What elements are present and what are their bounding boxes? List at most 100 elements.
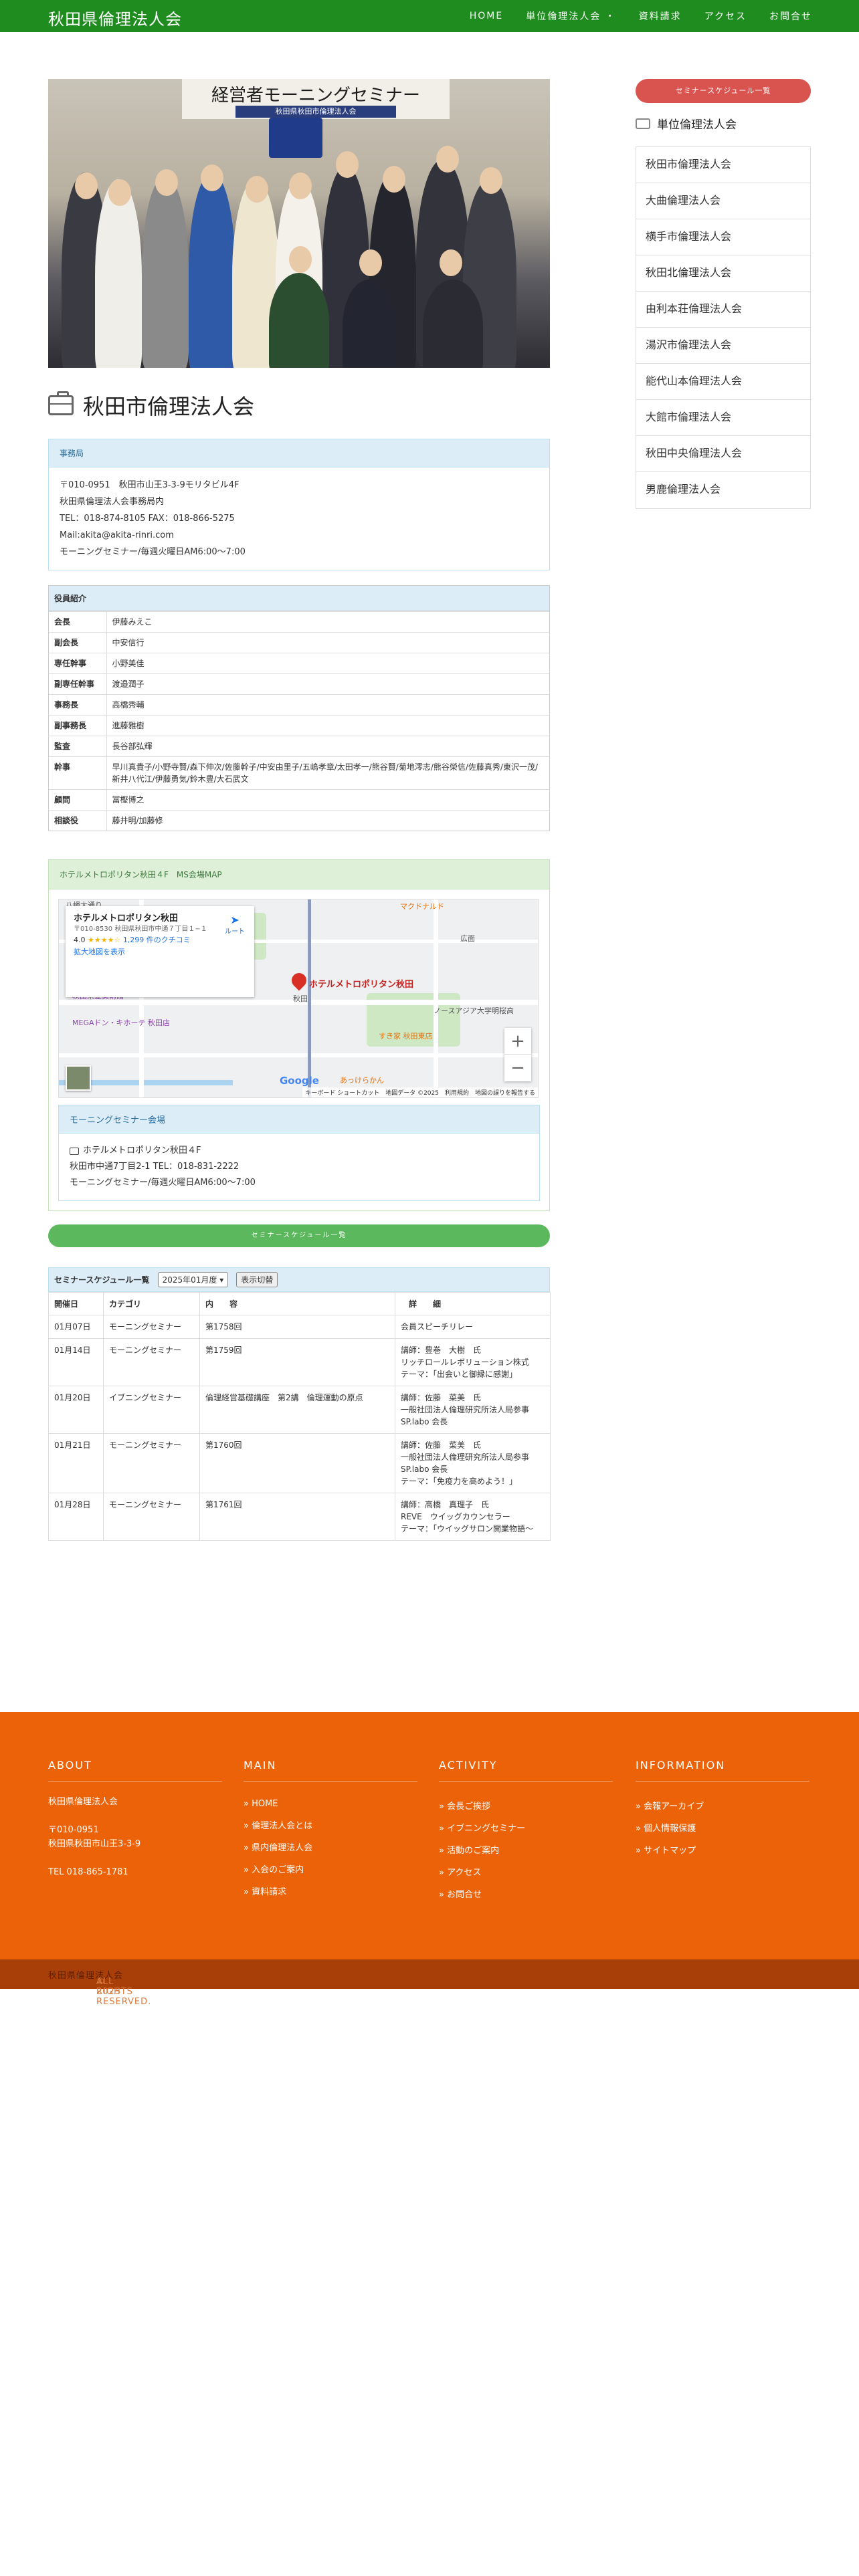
cell-date: 01月28日 — [48, 1493, 104, 1541]
detail-line: 講師：佐藤 菜美 氏 — [401, 1440, 482, 1450]
detail-line: 会員スピーチリレー — [401, 1322, 474, 1331]
cell-date: 01月21日 — [48, 1433, 104, 1493]
schedule-header: セミナースケジュール一覧 2025年01月度 ▾ 表示切替 — [48, 1267, 550, 1292]
footer-link-request[interactable]: » 資料請求 — [244, 1885, 417, 1897]
sidebar-item-akita-city[interactable]: 秋田市倫理法人会 — [636, 147, 810, 183]
officer-role: 副会長 — [49, 632, 107, 653]
nav-units[interactable]: 単位倫理法人会 ・ — [526, 9, 615, 23]
sidebar-item-oga[interactable]: 男鹿倫理法人会 — [636, 472, 810, 508]
venue-time: モーニングセミナー/毎週火曜日AM6:00〜7:00 — [70, 1178, 256, 1188]
officer-name: 小野美佳 — [106, 653, 549, 674]
table-row: 会長 伊藤みえこ — [49, 611, 549, 633]
venue-name-row: ホテルメトロポリタン秋田４F — [70, 1143, 529, 1159]
sidebar-item-noshiro[interactable]: 能代山本倫理法人会 — [636, 364, 810, 400]
table-row: 相談役 藤井明/加藤修 — [49, 810, 549, 831]
footer-link-contact[interactable]: » お問合せ — [439, 1887, 613, 1900]
map-label: すき家 秋田東店 — [379, 1032, 433, 1041]
footer-main-heading: MAIN — [244, 1759, 417, 1782]
map-footer-links[interactable]: キーボード ショートカット 地図データ ©2025 利用規約 地図の誤りを報告す… — [302, 1087, 538, 1097]
schedule-list-button[interactable]: セミナースケジュール一覧 — [48, 1224, 550, 1247]
rating-value: 4.0 — [74, 936, 86, 944]
footer-link-activities[interactable]: » 活動のご案内 — [439, 1843, 613, 1856]
nav-access[interactable]: アクセス — [704, 9, 747, 23]
table-row: 01月28日 モーニングセミナー 第1761回 講師：高橋 真理子 氏 REVE… — [48, 1493, 551, 1541]
officer-name: 早川真貴子/小野寺賢/森下伸次/佐藤幹子/中安由里子/五嶋孝章/太田孝一/熊谷賢… — [106, 756, 549, 790]
venue-body: ホテルメトロポリタン秋田４F 秋田市中通7丁目2-1 TEL：018-831-2… — [59, 1134, 539, 1200]
table-row: 01月14日 モーニングセミナー 第1759回 講師：豊巻 大樹 氏 リッチロー… — [48, 1338, 551, 1386]
sidebar-heading-label: 単位倫理法人会 — [657, 118, 737, 132]
map-road — [434, 899, 438, 1097]
zoom-in-button[interactable]: + — [504, 1028, 531, 1055]
footer-link-privacy[interactable]: » 個人情報保護 — [636, 1821, 809, 1834]
officer-name: 藤井明/加藤修 — [106, 810, 549, 831]
table-row: 監査 長谷部弘輝 — [49, 736, 549, 757]
detail-line: リッチロールレボリューション株式 — [401, 1358, 529, 1367]
sidebar-item-yokote[interactable]: 横手市倫理法人会 — [636, 219, 810, 255]
table-row: 01月21日 モーニングセミナー 第1760回 講師：佐藤 菜美 氏 一般社団法… — [48, 1433, 551, 1493]
sidebar-schedule-button[interactable]: セミナースケジュール一覧 — [636, 79, 811, 103]
footer-link-archive[interactable]: » 会報アーカイブ — [636, 1799, 809, 1812]
map-label: 秋田 — [293, 994, 308, 1003]
briefcase-icon — [70, 1147, 79, 1155]
zoom-out-button[interactable]: − — [504, 1055, 531, 1081]
hero-banner-title: 経営者モーニングセミナー — [211, 86, 420, 106]
cell-category: モーニングセミナー — [103, 1433, 200, 1493]
office-line: 秋田県倫理法人会事務局内 — [60, 497, 165, 507]
footer-link-sitemap[interactable]: » サイトマップ — [636, 1843, 809, 1856]
detail-line: REVE ウイッグカウンセラー — [401, 1512, 510, 1521]
footer-link-join[interactable]: » 入会のご案内 — [244, 1862, 417, 1875]
footer-activity: ACTIVITY » 会長ご挨拶 » イブニングセミナー » 活動のご案内 » … — [439, 1759, 613, 1900]
nav-home[interactable]: HOME — [470, 11, 503, 21]
footer-link-home[interactable]: » HOME — [244, 1799, 417, 1809]
venue-panel: モーニングセミナー会場 ホテルメトロポリタン秋田４F 秋田市中通7丁目2-1 T… — [58, 1105, 540, 1201]
sidebar-item-yurihonjo[interactable]: 由利本荘倫理法人会 — [636, 292, 810, 328]
table-row: 副事務長 進藤雅樹 — [49, 715, 549, 736]
main-nav: HOME 単位倫理法人会 ・ 資料請求 アクセス お問合せ — [470, 0, 812, 32]
footer-main: MAIN » HOME » 倫理法人会とは » 県内倫理法人会 » 入会のご案内… — [244, 1759, 417, 1897]
cell-detail: 会員スピーチリレー — [395, 1315, 551, 1339]
map-road — [59, 1053, 538, 1057]
nav-request[interactable]: 資料請求 — [639, 9, 682, 23]
directions-icon: ➤ — [230, 914, 240, 926]
sidebar-item-akita-chuo[interactable]: 秋田中央倫理法人会 — [636, 436, 810, 472]
col-content: 内 容 — [199, 1292, 395, 1315]
larger-map-link[interactable]: 拡大地図を表示 — [74, 948, 125, 956]
embedded-map[interactable]: マクドナルド 広面 秋田県立美術館 秋田 ノースアジア大学明桜高 MEGAドン・… — [58, 899, 539, 1098]
main-content: 経営者モーニングセミナー 秋田県秋田市倫理法人会 秋田市倫理法人会 事務局 〒0… — [48, 79, 551, 1541]
site-header: 秋田県倫理法人会 HOME 単位倫理法人会 ・ 資料請求 アクセス お問合せ — [0, 0, 859, 32]
footer-link-greeting[interactable]: » 会長ご挨拶 — [439, 1799, 613, 1812]
cell-category: イブニングセミナー — [103, 1386, 200, 1434]
reviews-link[interactable]: 1,299 件のクチコミ — [123, 936, 191, 944]
map-card-title: ホテルメトロポリタン秋田 — [74, 914, 179, 924]
location-pin-icon[interactable] — [288, 970, 310, 991]
site-title-link[interactable]: 秋田県倫理法人会 — [48, 6, 182, 29]
footer-link-about[interactable]: » 倫理法人会とは — [244, 1818, 417, 1831]
cell-date: 01月20日 — [48, 1386, 104, 1434]
sidebar-item-yuzawa[interactable]: 湯沢市倫理法人会 — [636, 328, 810, 364]
footer-link-evening[interactable]: » イブニングセミナー — [439, 1821, 613, 1834]
officer-role: 副事務長 — [49, 715, 107, 736]
hero-banner-sub: 秋田県秋田市倫理法人会 — [235, 106, 396, 118]
footer-about-heading: ABOUT — [48, 1759, 222, 1782]
footer-link-units[interactable]: » 県内倫理法人会 — [244, 1840, 417, 1853]
satellite-toggle[interactable] — [66, 1065, 91, 1091]
map-pin-label: ホテルメトロポリタン秋田 — [309, 980, 414, 990]
map-label: ノースアジア大学明桜高 — [434, 1006, 514, 1015]
footer-link-access[interactable]: » アクセス — [439, 1865, 613, 1878]
officer-role: 会長 — [49, 611, 107, 633]
footer-activity-heading: ACTIVITY — [439, 1759, 613, 1782]
person-head — [480, 167, 502, 194]
table-header-row: 開催日 カテゴリ 内 容 詳 細 — [48, 1292, 551, 1315]
directions-button[interactable]: ➤ ルート — [225, 914, 245, 938]
switch-display-button[interactable]: 表示切替 — [236, 1272, 278, 1287]
sidebar-item-omagari[interactable]: 大曲倫理法人会 — [636, 183, 810, 219]
nav-contact[interactable]: お問合せ — [769, 9, 812, 23]
sidebar-item-odate[interactable]: 大館市倫理法人会 — [636, 400, 810, 436]
cell-content: 第1758回 — [199, 1315, 395, 1339]
detail-line: 講師：佐藤 菜美 氏 — [401, 1393, 482, 1402]
hero-photo: 経営者モーニングセミナー 秋田県秋田市倫理法人会 — [48, 79, 550, 368]
month-select[interactable]: 2025年01月度 ▾ — [157, 1272, 229, 1287]
person-figure — [269, 273, 329, 368]
sidebar-item-akita-kita[interactable]: 秋田北倫理法人会 — [636, 255, 810, 292]
person-head — [440, 249, 462, 276]
